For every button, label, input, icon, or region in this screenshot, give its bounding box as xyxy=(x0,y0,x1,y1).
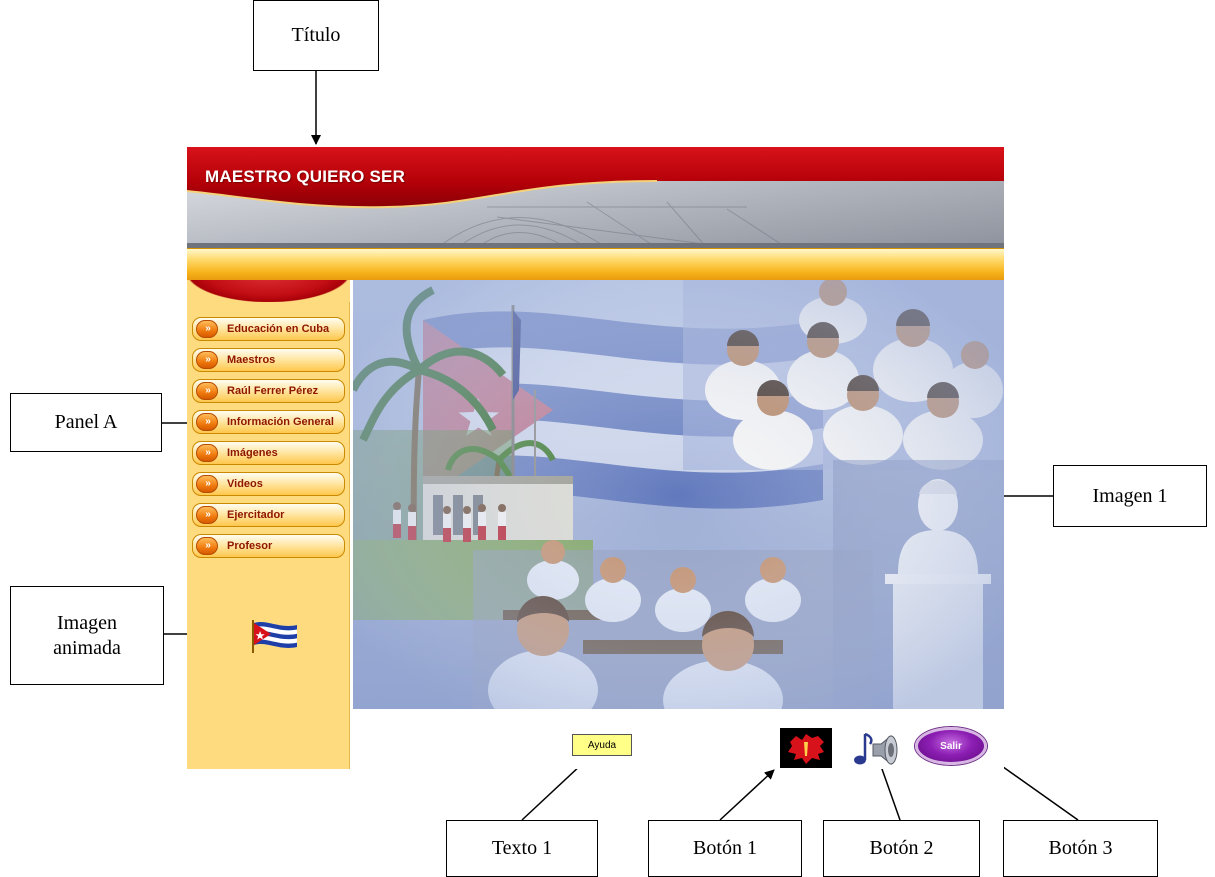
menu-item-raul-ferrer[interactable]: » Raúl Ferrer Pérez xyxy=(187,375,350,406)
menu-button[interactable]: » Maestros xyxy=(192,347,345,372)
callout-titulo: Título xyxy=(253,0,379,71)
menu-button[interactable]: » Raúl Ferrer Pérez xyxy=(192,378,345,403)
speaker-music-icon xyxy=(854,732,898,766)
double-chevron-right-icon: » xyxy=(196,443,218,462)
callout-boton-3: Botón 3 xyxy=(1003,820,1158,877)
menu-item-label: Maestros xyxy=(227,353,276,366)
exit-button[interactable]: Salir xyxy=(915,727,987,765)
callout-texto-1-text: Texto 1 xyxy=(491,837,553,859)
arrow-boton-1 xyxy=(719,769,775,821)
double-chevron-right-icon: » xyxy=(196,474,218,493)
menu-item-label: Profesor xyxy=(227,539,273,552)
callout-texto-1: Texto 1 xyxy=(446,820,598,877)
app-window: MAESTRO QUIERO SER » Educación en Cuba »… xyxy=(187,147,1004,769)
menu-button[interactable]: » Educación en Cuba xyxy=(192,316,345,341)
double-chevron-right-icon: » xyxy=(196,350,218,369)
menu-item-label: Raúl Ferrer Pérez xyxy=(227,384,319,397)
double-chevron-right-icon: » xyxy=(196,412,218,431)
callout-boton-1-text: Botón 1 xyxy=(693,837,757,859)
bottom-toolbar xyxy=(353,709,1004,769)
menu-button[interactable]: » Ejercitador xyxy=(192,502,345,527)
menu-item-informacion[interactable]: » Información General xyxy=(187,406,350,437)
double-chevron-right-icon: » xyxy=(196,381,218,400)
help-label[interactable]: Ayuda xyxy=(572,734,632,756)
cuba-map-button[interactable] xyxy=(780,728,832,768)
callout-boton-2-text: Botón 2 xyxy=(869,837,934,859)
menu-button[interactable]: » Profesor xyxy=(192,533,345,558)
callout-boton-1: Botón 1 xyxy=(648,820,802,877)
menu-item-label: Ejercitador xyxy=(227,508,285,521)
title-banner: MAESTRO QUIERO SER xyxy=(187,147,1004,248)
menu-item-ejercitador[interactable]: » Ejercitador xyxy=(187,499,350,530)
menu-item-maestros[interactable]: » Maestros xyxy=(187,344,350,375)
callout-imagen-animada-line2: animada xyxy=(53,636,121,659)
callout-boton-2: Botón 2 xyxy=(823,820,980,877)
callout-panel-a: Panel A xyxy=(10,393,162,452)
menu-item-educacion[interactable]: » Educación en Cuba xyxy=(187,313,350,344)
callout-imagen-1: Imagen 1 xyxy=(1053,465,1207,527)
imagen-1-collage xyxy=(353,280,1004,709)
sidebar-cap xyxy=(187,280,350,302)
menu-item-label: Videos xyxy=(227,477,263,490)
callout-boton-3-text: Botón 3 xyxy=(1048,837,1113,859)
app-title: MAESTRO QUIERO SER xyxy=(205,167,406,186)
double-chevron-right-icon: » xyxy=(196,505,218,524)
panel-a-sidebar: » Educación en Cuba » Maestros » Raúl Fe… xyxy=(187,280,350,769)
callout-imagen-1-text: Imagen 1 xyxy=(1092,484,1168,507)
banner-decoration xyxy=(187,147,1004,248)
cuban-flag-icon xyxy=(252,620,297,653)
collage-illustration xyxy=(353,280,1004,709)
callout-imagen-animada-line1: Imagen xyxy=(57,611,117,634)
gold-navbar xyxy=(187,248,1004,280)
menu-item-label: Información General xyxy=(227,415,334,428)
menu-button[interactable]: » Videos xyxy=(192,471,345,496)
sidebar-menu: » Educación en Cuba » Maestros » Raúl Fe… xyxy=(187,313,350,561)
cuba-map-icon xyxy=(788,734,824,764)
menu-item-videos[interactable]: » Videos xyxy=(187,468,350,499)
double-chevron-right-icon: » xyxy=(196,536,218,555)
menu-item-label: Educación en Cuba xyxy=(227,322,330,335)
callout-titulo-text: Título xyxy=(291,24,341,46)
menu-button[interactable]: » Información General xyxy=(192,409,345,434)
callout-panel-a-text: Panel A xyxy=(54,411,118,433)
sound-button[interactable] xyxy=(851,726,901,770)
menu-item-label: Imágenes xyxy=(227,446,278,459)
callout-imagen-animada: Imagen animada xyxy=(10,586,164,685)
double-chevron-right-icon: » xyxy=(196,319,218,338)
exit-button-label: Salir xyxy=(940,740,962,752)
menu-item-imagenes[interactable]: » Imágenes xyxy=(187,437,350,468)
menu-button[interactable]: » Imágenes xyxy=(192,440,345,465)
menu-item-profesor[interactable]: » Profesor xyxy=(187,530,350,561)
